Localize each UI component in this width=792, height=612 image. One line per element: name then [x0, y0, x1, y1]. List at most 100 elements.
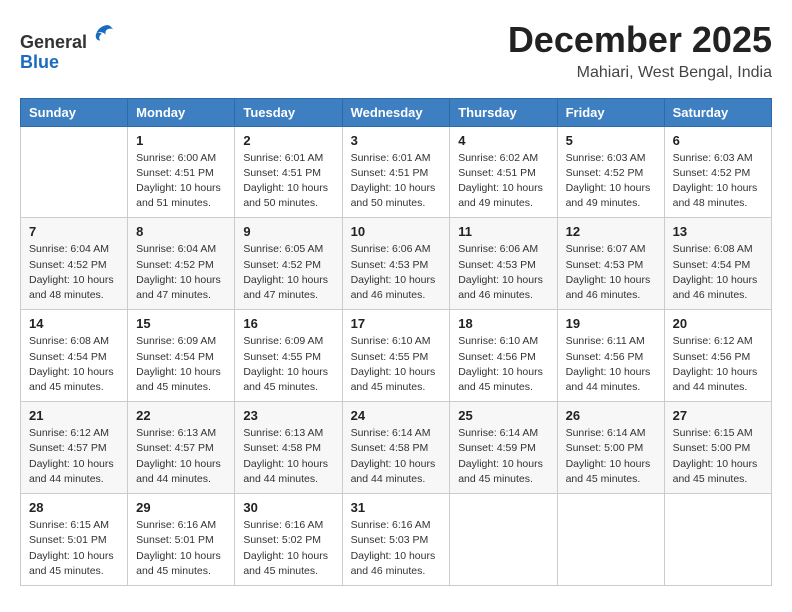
- day-number: 13: [673, 224, 763, 239]
- calendar-cell: 6 Sunrise: 6:03 AMSunset: 4:52 PMDaylight…: [664, 126, 771, 218]
- day-info: Sunrise: 6:03 AMSunset: 4:52 PMDaylight:…: [566, 151, 656, 212]
- day-info: Sunrise: 6:15 AMSunset: 5:01 PMDaylight:…: [29, 518, 119, 579]
- logo: General Blue: [20, 20, 117, 73]
- day-info: Sunrise: 6:16 AMSunset: 5:03 PMDaylight:…: [351, 518, 442, 579]
- header-monday: Monday: [128, 98, 235, 126]
- day-number: 28: [29, 500, 119, 515]
- calendar-cell: 18 Sunrise: 6:10 AMSunset: 4:56 PMDayligh…: [450, 310, 557, 402]
- day-number: 26: [566, 408, 656, 423]
- logo-bird-icon: [89, 20, 117, 48]
- day-number: 6: [673, 133, 763, 148]
- calendar-cell: 26 Sunrise: 6:14 AMSunset: 5:00 PMDayligh…: [557, 402, 664, 494]
- day-number: 1: [136, 133, 226, 148]
- day-number: 22: [136, 408, 226, 423]
- day-number: 27: [673, 408, 763, 423]
- day-info: Sunrise: 6:08 AMSunset: 4:54 PMDaylight:…: [29, 334, 119, 395]
- header-tuesday: Tuesday: [235, 98, 342, 126]
- day-info: Sunrise: 6:01 AMSunset: 4:51 PMDaylight:…: [351, 151, 442, 212]
- day-number: 5: [566, 133, 656, 148]
- day-info: Sunrise: 6:14 AMSunset: 4:58 PMDaylight:…: [351, 426, 442, 487]
- day-number: 24: [351, 408, 442, 423]
- day-info: Sunrise: 6:09 AMSunset: 4:55 PMDaylight:…: [243, 334, 333, 395]
- day-number: 25: [458, 408, 548, 423]
- header-thursday: Thursday: [450, 98, 557, 126]
- header-friday: Friday: [557, 98, 664, 126]
- calendar-week-5: 28 Sunrise: 6:15 AMSunset: 5:01 PMDayligh…: [21, 494, 772, 586]
- day-info: Sunrise: 6:00 AMSunset: 4:51 PMDaylight:…: [136, 151, 226, 212]
- day-info: Sunrise: 6:14 AMSunset: 5:00 PMDaylight:…: [566, 426, 656, 487]
- calendar-cell: 13 Sunrise: 6:08 AMSunset: 4:54 PMDayligh…: [664, 218, 771, 310]
- day-info: Sunrise: 6:04 AMSunset: 4:52 PMDaylight:…: [29, 242, 119, 303]
- day-info: Sunrise: 6:10 AMSunset: 4:56 PMDaylight:…: [458, 334, 548, 395]
- calendar-cell: 24 Sunrise: 6:14 AMSunset: 4:58 PMDayligh…: [342, 402, 450, 494]
- day-number: 30: [243, 500, 333, 515]
- day-number: 29: [136, 500, 226, 515]
- calendar-cell: 5 Sunrise: 6:03 AMSunset: 4:52 PMDaylight…: [557, 126, 664, 218]
- day-number: 11: [458, 224, 548, 239]
- day-info: Sunrise: 6:08 AMSunset: 4:54 PMDaylight:…: [673, 242, 763, 303]
- day-number: 10: [351, 224, 442, 239]
- calendar-cell: 15 Sunrise: 6:09 AMSunset: 4:54 PMDayligh…: [128, 310, 235, 402]
- day-info: Sunrise: 6:03 AMSunset: 4:52 PMDaylight:…: [673, 151, 763, 212]
- day-number: 2: [243, 133, 333, 148]
- month-title: December 2025: [508, 20, 772, 60]
- day-info: Sunrise: 6:06 AMSunset: 4:53 PMDaylight:…: [458, 242, 548, 303]
- calendar-cell: 28 Sunrise: 6:15 AMSunset: 5:01 PMDayligh…: [21, 494, 128, 586]
- calendar-cell: 2 Sunrise: 6:01 AMSunset: 4:51 PMDaylight…: [235, 126, 342, 218]
- calendar-header-row: SundayMondayTuesdayWednesdayThursdayFrid…: [21, 98, 772, 126]
- day-info: Sunrise: 6:16 AMSunset: 5:02 PMDaylight:…: [243, 518, 333, 579]
- day-info: Sunrise: 6:16 AMSunset: 5:01 PMDaylight:…: [136, 518, 226, 579]
- title-block: December 2025 Mahiari, West Bengal, Indi…: [508, 20, 772, 82]
- day-number: 19: [566, 316, 656, 331]
- calendar-cell: 22 Sunrise: 6:13 AMSunset: 4:57 PMDayligh…: [128, 402, 235, 494]
- calendar-cell: 4Sunrise: 6:02 AMSunset: 4:51 PMDaylight…: [450, 126, 557, 218]
- calendar-week-4: 21Sunrise: 6:12 AMSunset: 4:57 PMDayligh…: [21, 402, 772, 494]
- calendar-cell: 17 Sunrise: 6:10 AMSunset: 4:55 PMDayligh…: [342, 310, 450, 402]
- calendar-cell: 1 Sunrise: 6:00 AMSunset: 4:51 PMDaylight…: [128, 126, 235, 218]
- day-info: Sunrise: 6:12 AMSunset: 4:57 PMDaylight:…: [29, 426, 119, 487]
- calendar-cell: 12Sunrise: 6:07 AMSunset: 4:53 PMDayligh…: [557, 218, 664, 310]
- day-number: 4: [458, 133, 548, 148]
- calendar-cell: [557, 494, 664, 586]
- logo-blue-text: Blue: [20, 52, 59, 72]
- calendar-cell: 11 Sunrise: 6:06 AMSunset: 4:53 PMDayligh…: [450, 218, 557, 310]
- calendar-cell: 19Sunrise: 6:11 AMSunset: 4:56 PMDayligh…: [557, 310, 664, 402]
- calendar-cell: [450, 494, 557, 586]
- day-info: Sunrise: 6:10 AMSunset: 4:55 PMDaylight:…: [351, 334, 442, 395]
- calendar-cell: 8Sunrise: 6:04 AMSunset: 4:52 PMDaylight…: [128, 218, 235, 310]
- day-info: Sunrise: 6:15 AMSunset: 5:00 PMDaylight:…: [673, 426, 763, 487]
- calendar-cell: 29 Sunrise: 6:16 AMSunset: 5:01 PMDayligh…: [128, 494, 235, 586]
- calendar-cell: 23 Sunrise: 6:13 AMSunset: 4:58 PMDayligh…: [235, 402, 342, 494]
- day-info: Sunrise: 6:13 AMSunset: 4:57 PMDaylight:…: [136, 426, 226, 487]
- day-info: Sunrise: 6:14 AMSunset: 4:59 PMDaylight:…: [458, 426, 548, 487]
- header-sunday: Sunday: [21, 98, 128, 126]
- day-number: 23: [243, 408, 333, 423]
- calendar-cell: 9 Sunrise: 6:05 AMSunset: 4:52 PMDaylight…: [235, 218, 342, 310]
- day-number: 9: [243, 224, 333, 239]
- day-number: 17: [351, 316, 442, 331]
- calendar-week-2: 7Sunrise: 6:04 AMSunset: 4:52 PMDaylight…: [21, 218, 772, 310]
- day-number: 16: [243, 316, 333, 331]
- day-info: Sunrise: 6:05 AMSunset: 4:52 PMDaylight:…: [243, 242, 333, 303]
- location: Mahiari, West Bengal, India: [508, 64, 772, 82]
- day-number: 31: [351, 500, 442, 515]
- day-info: Sunrise: 6:01 AMSunset: 4:51 PMDaylight:…: [243, 151, 333, 212]
- calendar-cell: 31 Sunrise: 6:16 AMSunset: 5:03 PMDayligh…: [342, 494, 450, 586]
- day-info: Sunrise: 6:09 AMSunset: 4:54 PMDaylight:…: [136, 334, 226, 395]
- calendar-cell: 27 Sunrise: 6:15 AMSunset: 5:00 PMDayligh…: [664, 402, 771, 494]
- calendar-cell: 7Sunrise: 6:04 AMSunset: 4:52 PMDaylight…: [21, 218, 128, 310]
- calendar-cell: 16 Sunrise: 6:09 AMSunset: 4:55 PMDayligh…: [235, 310, 342, 402]
- calendar-cell: 20Sunrise: 6:12 AMSunset: 4:56 PMDayligh…: [664, 310, 771, 402]
- calendar-week-3: 14Sunrise: 6:08 AMSunset: 4:54 PMDayligh…: [21, 310, 772, 402]
- calendar-cell: 30 Sunrise: 6:16 AMSunset: 5:02 PMDayligh…: [235, 494, 342, 586]
- page-header: General Blue December 2025 Mahiari, West…: [20, 20, 772, 82]
- day-number: 8: [136, 224, 226, 239]
- calendar-cell: 10Sunrise: 6:06 AMSunset: 4:53 PMDayligh…: [342, 218, 450, 310]
- header-wednesday: Wednesday: [342, 98, 450, 126]
- logo-general-text: General: [20, 32, 87, 52]
- day-number: 18: [458, 316, 548, 331]
- calendar-cell: 3Sunrise: 6:01 AMSunset: 4:51 PMDaylight…: [342, 126, 450, 218]
- day-number: 15: [136, 316, 226, 331]
- day-info: Sunrise: 6:13 AMSunset: 4:58 PMDaylight:…: [243, 426, 333, 487]
- calendar-table: SundayMondayTuesdayWednesdayThursdayFrid…: [20, 98, 772, 586]
